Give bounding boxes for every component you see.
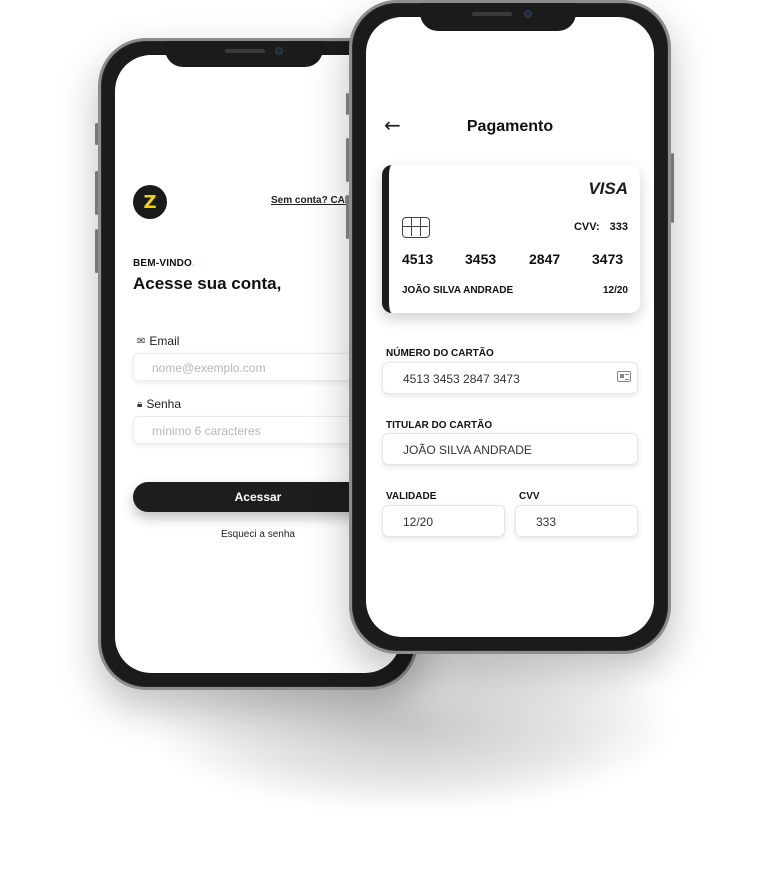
- card-chip-icon: [402, 217, 430, 238]
- welcome-dot: .: [192, 258, 196, 269]
- phone-payment: ← Pagamento VISA CVV: 333 4513 3453 2847 …: [346, 0, 674, 654]
- card-number-value: 4513 3453 2847 3473: [403, 372, 520, 386]
- speaker: [225, 49, 265, 53]
- notch: [165, 41, 323, 67]
- logo-letter: Z: [143, 191, 157, 213]
- login-button[interactable]: Acessar: [133, 482, 383, 512]
- card-holder-value: JOÃO SILVA ANDRADE: [403, 443, 532, 457]
- email-input[interactable]: nome@exemplo.com: [133, 353, 373, 381]
- card-holder-label: TITULAR DO CARTÃO: [386, 420, 493, 431]
- speaker: [472, 12, 512, 16]
- volume-up-button: [346, 138, 349, 182]
- camera: [524, 10, 532, 18]
- card-number-input[interactable]: 4513 3453 2847 3473: [382, 362, 638, 394]
- card-number-group: 3473: [592, 251, 624, 267]
- power-button: [671, 153, 674, 223]
- email-label: ✉ Email: [137, 334, 179, 348]
- welcome-label: BEM-VINDO.: [133, 258, 195, 269]
- cvv-input[interactable]: 333: [515, 505, 638, 537]
- card-cvv-value: 333: [609, 221, 628, 233]
- card-number-group: 4513: [402, 251, 434, 267]
- card-cvv-label: CVV:: [573, 221, 600, 233]
- camera: [275, 47, 283, 55]
- expiry-label: VALIDADE: [386, 491, 437, 502]
- volume-down-button: [95, 229, 98, 273]
- welcome-text: BEM-VINDO: [133, 258, 193, 269]
- side-button: [95, 123, 98, 145]
- password-input[interactable]: mínimo 6 caracteres: [133, 416, 373, 444]
- page-title: Pagamento: [466, 118, 554, 135]
- lock-icon: 🔒︎: [137, 398, 143, 410]
- brand-logo-icon: Z: [133, 185, 167, 219]
- expiry-input[interactable]: 12/20: [382, 505, 505, 537]
- card-holder: JOÃO SILVA ANDRADE: [402, 285, 514, 296]
- email-placeholder: nome@exemplo.com: [152, 361, 266, 375]
- email-label-text: Email: [149, 334, 180, 348]
- password-label: 🔒︎ Senha: [137, 397, 181, 411]
- password-label-text: Senha: [146, 397, 182, 411]
- card-expiry: 12/20: [602, 285, 628, 296]
- notch: [420, 3, 576, 31]
- credit-card-icon: [617, 371, 631, 382]
- login-title: Acesse sua conta,: [133, 274, 282, 293]
- card-number-label: NÚMERO DO CARTÃO: [386, 348, 494, 359]
- payment-screen: ← Pagamento VISA CVV: 333 4513 3453 2847 …: [366, 17, 654, 637]
- volume-up-button: [95, 171, 98, 215]
- card-number-group: 3453: [465, 251, 497, 267]
- card-cvv: CVV: 333: [574, 221, 628, 233]
- side-button: [346, 93, 349, 115]
- mail-icon: ✉: [137, 335, 146, 347]
- cvv-value: 333: [536, 515, 557, 529]
- volume-down-button: [346, 195, 349, 239]
- cvv-label: CVV: [519, 491, 540, 502]
- card-brand: VISA: [588, 179, 628, 198]
- expiry-value: 12/20: [403, 515, 434, 529]
- card-number-group: 2847: [529, 251, 561, 267]
- card-holder-input[interactable]: JOÃO SILVA ANDRADE: [382, 433, 638, 465]
- credit-card-preview: VISA CVV: 333 4513 3453 2847 3473 JOÃO SI…: [382, 165, 640, 313]
- password-placeholder: mínimo 6 caracteres: [152, 424, 261, 438]
